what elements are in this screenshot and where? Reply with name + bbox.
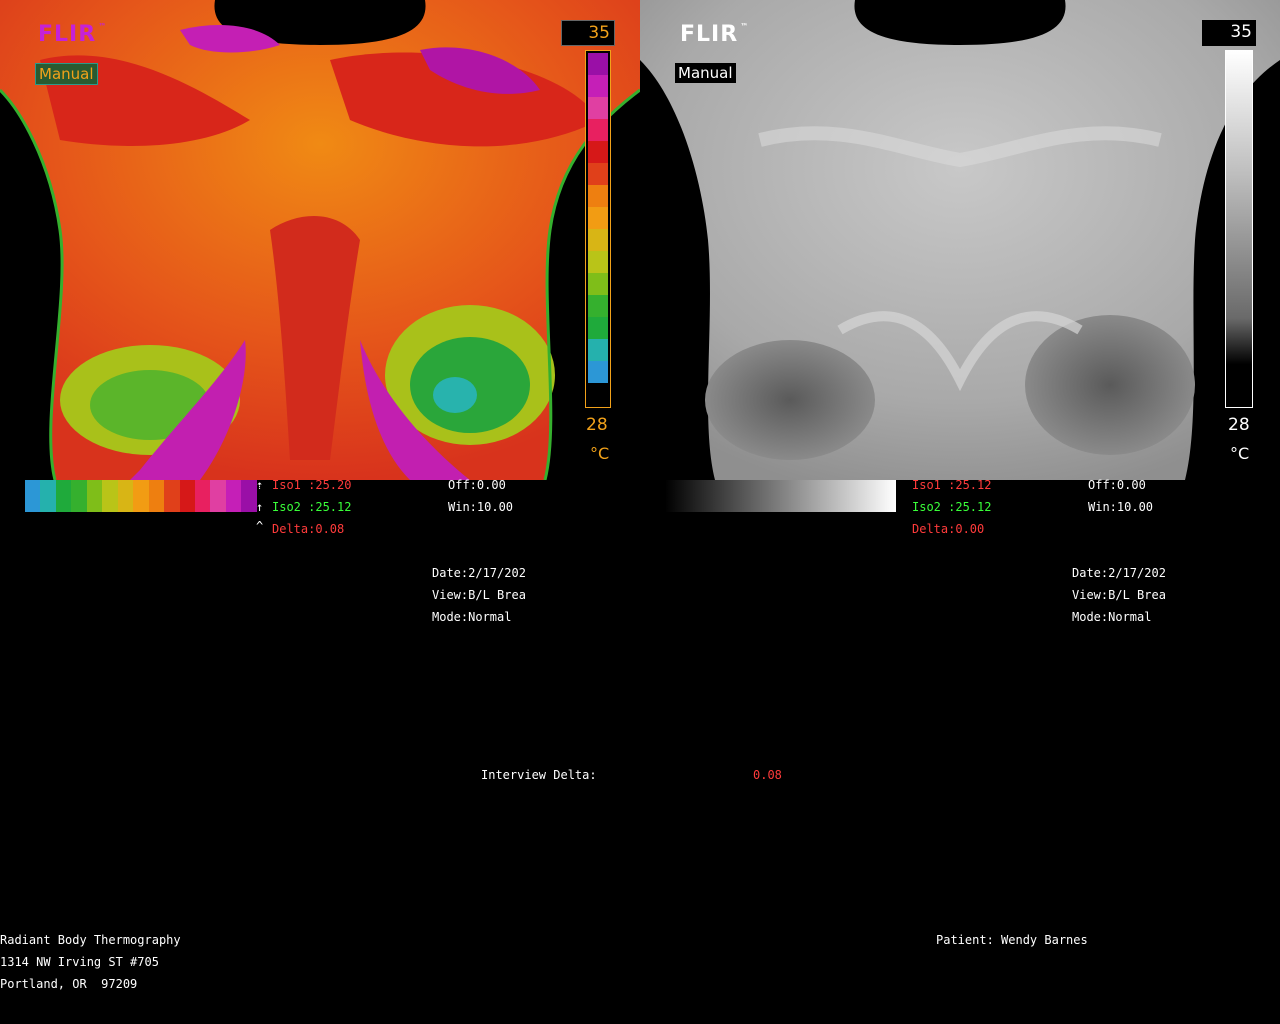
mode-label: Mode:Normal bbox=[432, 610, 512, 624]
iso2-reading: Iso2 :25.12 bbox=[912, 500, 992, 514]
strip-color-segment bbox=[164, 480, 180, 512]
strip-color-segment bbox=[133, 480, 149, 512]
scale-color-segment bbox=[588, 295, 608, 317]
view-label: View:B/L Brea bbox=[432, 588, 526, 602]
delta-reading: Delta:0.00 bbox=[912, 522, 985, 536]
scale-color-segment bbox=[588, 119, 608, 141]
strip-color-segment bbox=[148, 480, 165, 512]
clinic-address-line2: Portland, OR 97209 bbox=[0, 977, 138, 991]
flir-logo: FLIR ™ bbox=[680, 22, 749, 47]
marker-mid: ↑ bbox=[256, 500, 264, 514]
window-reading: Win:10.00 bbox=[448, 500, 514, 514]
manual-mode-badge: Manual bbox=[675, 63, 736, 83]
scale-color-segment bbox=[588, 317, 608, 339]
grayscale-scale-bar bbox=[1225, 50, 1253, 408]
strip-color-segment bbox=[25, 480, 41, 512]
iso1-reading: Iso1 :25.12 bbox=[912, 478, 992, 492]
date-label: Date:2/17/202 bbox=[432, 566, 526, 580]
strip-color-segment bbox=[55, 480, 72, 512]
scale-color-segment bbox=[588, 97, 608, 119]
grayscale-strip bbox=[665, 480, 896, 512]
iso2-reading: Iso2 :25.12 bbox=[272, 500, 352, 514]
scale-min-value: 28 bbox=[586, 415, 608, 435]
grayscale-thermal-image bbox=[640, 0, 1280, 480]
scale-color-segment bbox=[588, 339, 608, 361]
strip-color-segment bbox=[210, 480, 226, 512]
temperature-unit: °C bbox=[1230, 444, 1250, 463]
scale-min-value: 28 bbox=[1228, 415, 1250, 435]
marker-top: ⇡ bbox=[256, 478, 264, 492]
scale-color-segment bbox=[588, 273, 608, 295]
manual-mode-badge: Manual bbox=[35, 63, 98, 85]
date-label: Date:2/17/202 bbox=[1072, 566, 1166, 580]
scale-color-segment bbox=[588, 361, 608, 383]
flir-logo: FLIR ™ bbox=[38, 22, 107, 47]
strip-color-segment bbox=[71, 480, 87, 512]
trademark-mark: ™ bbox=[98, 22, 108, 31]
color-scale-bar bbox=[585, 50, 611, 408]
temperature-unit: °C bbox=[590, 444, 610, 463]
scale-color-segment bbox=[588, 229, 608, 251]
strip-color-segment bbox=[102, 480, 118, 512]
scale-color-segment bbox=[588, 53, 608, 75]
scale-color-segment bbox=[588, 185, 608, 207]
iso1-reading: Iso1 :25.20 bbox=[272, 478, 352, 492]
strip-color-segment bbox=[86, 480, 103, 512]
scale-color-segment bbox=[588, 163, 608, 185]
interview-delta-value: 0.08 bbox=[753, 768, 782, 782]
marker-low: ^ bbox=[256, 519, 264, 533]
strip-color-segment bbox=[40, 480, 56, 512]
strip-color-segment bbox=[117, 480, 134, 512]
scale-max-value: 35 bbox=[1202, 20, 1256, 46]
patient-name: Patient: Wendy Barnes bbox=[936, 933, 1088, 947]
palette-strip bbox=[25, 480, 257, 512]
strip-color-segment bbox=[194, 480, 211, 512]
strip-color-segment bbox=[241, 480, 257, 512]
offset-reading: Off:0.00 bbox=[448, 478, 506, 492]
flir-logo-text: FLIR bbox=[680, 22, 739, 47]
mode-label: Mode:Normal bbox=[1072, 610, 1152, 624]
offset-reading: Off:0.00 bbox=[1088, 478, 1146, 492]
window-reading: Win:10.00 bbox=[1088, 500, 1154, 514]
scale-color-segment bbox=[588, 141, 608, 163]
scale-color-segment bbox=[588, 207, 608, 229]
right-thermal-image: FLIR ™ Manual 35 28 °C bbox=[640, 0, 1280, 480]
scale-color-segment bbox=[588, 383, 608, 405]
view-label: View:B/L Brea bbox=[1072, 588, 1166, 602]
interview-delta-label: Interview Delta: bbox=[481, 768, 597, 782]
scale-max-value: 35 bbox=[561, 20, 615, 46]
strip-color-segment bbox=[225, 480, 242, 512]
clinic-name: Radiant Body Thermography bbox=[0, 933, 181, 947]
scale-color-segment bbox=[588, 251, 608, 273]
strip-color-segment bbox=[179, 480, 195, 512]
left-thermal-image: FLIR ™ Manual 35 28 °C bbox=[0, 0, 640, 480]
flir-logo-text: FLIR bbox=[38, 22, 97, 47]
delta-reading: Delta:0.08 bbox=[272, 522, 345, 536]
scale-color-segment bbox=[588, 75, 608, 97]
clinic-address-line1: 1314 NW Irving ST #705 bbox=[0, 955, 159, 969]
trademark-mark: ™ bbox=[740, 22, 750, 31]
